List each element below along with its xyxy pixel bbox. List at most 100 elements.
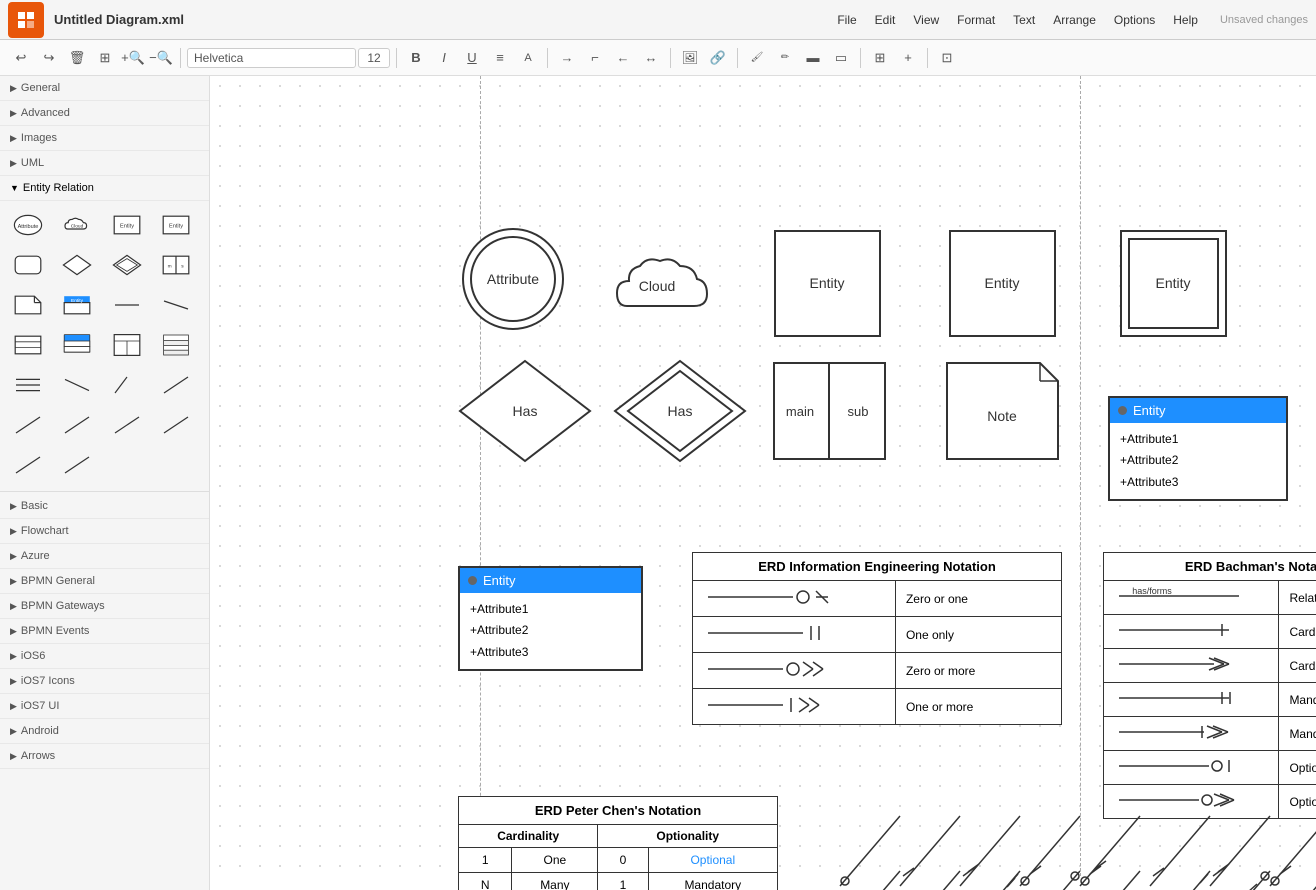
bachman-card-one: Cardinality (One) <box>1279 615 1316 649</box>
delete-button[interactable]: 🗑 <box>64 45 90 71</box>
sidebar-item-bpmn-general[interactable]: BPMN General <box>0 569 209 594</box>
menu-format[interactable]: Format <box>949 9 1003 31</box>
shape-line2[interactable] <box>57 367 97 403</box>
canvas-cloud[interactable]: Cloud <box>602 231 712 341</box>
italic-button[interactable]: I <box>431 45 457 71</box>
shape-diag1[interactable] <box>107 367 147 403</box>
shape-connector[interactable] <box>107 287 147 323</box>
sidebar-item-images[interactable]: Images <box>0 126 209 151</box>
shape-diag6[interactable] <box>156 407 196 443</box>
sidebar-item-uml[interactable]: UML <box>0 151 209 176</box>
arrow-right-button[interactable]: → <box>554 45 580 71</box>
shape-entity[interactable]: Entity <box>156 207 196 243</box>
zoom-out-button[interactable]: −🔍 <box>148 45 174 71</box>
link-button[interactable]: 🔗 <box>705 45 731 71</box>
sidebar-item-arrows[interactable]: Arrows <box>0 744 209 769</box>
erd-entity-2-attr1: +Attribute1 <box>470 599 631 621</box>
shape-diamond[interactable] <box>57 247 97 283</box>
menu-help[interactable]: Help <box>1165 9 1206 31</box>
menu-arrange[interactable]: Arrange <box>1045 9 1104 31</box>
shape-attribute[interactable]: Attribute <box>8 207 48 243</box>
sidebar-item-entity-relation[interactable]: Entity Relation <box>0 176 209 201</box>
svg-text:Cloud: Cloud <box>71 223 84 229</box>
menu-edit[interactable]: Edit <box>867 9 904 31</box>
shape-table2[interactable] <box>57 327 97 363</box>
menu-bar: File Edit View Format Text Arrange Optio… <box>829 9 1308 31</box>
shape-diag2[interactable] <box>156 367 196 403</box>
arrow-both-button[interactable]: ↔ <box>638 45 664 71</box>
canvas-erd-entity-2[interactable]: Entity +Attribute1 +Attribute2 +Attribut… <box>458 536 643 701</box>
sidebar-item-ios7-ui[interactable]: iOS7 UI <box>0 694 209 719</box>
sidebar-item-bpmn-gateways[interactable]: BPMN Gateways <box>0 594 209 619</box>
shape-diag8[interactable] <box>57 447 97 483</box>
fill-rect-button[interactable]: ▬ <box>800 45 826 71</box>
shape-table[interactable] <box>8 327 48 363</box>
sidebar-item-ios6[interactable]: iOS6 <box>0 644 209 669</box>
shape-diag5[interactable] <box>107 407 147 443</box>
shadow-button[interactable]: ▭ <box>828 45 854 71</box>
divider <box>0 491 209 492</box>
canvas-diamond-2[interactable]: Has <box>610 356 750 466</box>
fit-button[interactable]: ⊞ <box>92 45 118 71</box>
menu-view[interactable]: View <box>905 9 947 31</box>
shape-entity-rounded[interactable] <box>8 247 48 283</box>
align-button[interactable]: ≡ <box>487 45 513 71</box>
shape-erd-entity-header[interactable]: Entity <box>57 287 97 323</box>
canvas-erd-entity-1[interactable]: Entity +Attribute1 +Attribute2 +Attribut… <box>1108 366 1288 531</box>
shape-diag7[interactable] <box>8 447 48 483</box>
sidebar-item-general[interactable]: General <box>0 76 209 101</box>
shape-diamond-double[interactable] <box>107 247 147 283</box>
ie-zero-or-more: Zero or more <box>895 653 1061 689</box>
shape-diag3[interactable] <box>8 407 48 443</box>
menu-text[interactable]: Text <box>1005 9 1043 31</box>
canvas[interactable]: Attribute Cloud Entity <box>210 76 1316 890</box>
table-button[interactable]: ⊞ <box>867 45 893 71</box>
sidebar-item-basic[interactable]: Basic <box>0 494 209 519</box>
menu-file[interactable]: File <box>829 9 864 31</box>
canvas-entity-1[interactable]: Entity <box>770 226 885 341</box>
menu-options[interactable]: Options <box>1106 9 1163 31</box>
svg-text:Entity: Entity <box>120 223 134 229</box>
canvas-split-entity[interactable]: main sub <box>772 361 887 461</box>
toolbar-separator-1 <box>180 48 181 68</box>
format-panel-button[interactable]: ⊡ <box>934 45 960 71</box>
sidebar-item-flowchart[interactable]: Flowchart <box>0 519 209 544</box>
canvas-attribute[interactable]: Attribute <box>458 224 568 334</box>
line-color-button[interactable]: ✏ <box>772 45 798 71</box>
add-button[interactable]: + <box>895 45 921 71</box>
erd-ie-table: ERD Information Engineering Notation <box>692 552 1062 725</box>
svg-text:Has: Has <box>668 403 693 419</box>
shape-line1[interactable] <box>8 367 48 403</box>
shape-list[interactable] <box>156 327 196 363</box>
shape-note[interactable] <box>8 287 48 323</box>
font-size-input[interactable] <box>358 48 390 68</box>
undo-button[interactable]: ↩ <box>8 45 34 71</box>
sidebar-item-azure[interactable]: Azure <box>0 544 209 569</box>
arrow-left-button[interactable]: ← <box>610 45 636 71</box>
canvas-diamond-1[interactable]: Has <box>455 356 595 466</box>
shape-table3[interactable] <box>107 327 147 363</box>
erd-entity-1-attr1: +Attribute1 <box>1120 429 1276 451</box>
sidebar-item-advanced[interactable]: Advanced <box>0 101 209 126</box>
image-button[interactable]: 🖼 <box>677 45 703 71</box>
canvas-entity-3[interactable]: Entity <box>1116 226 1231 341</box>
sidebar-item-bpmn-events[interactable]: BPMN Events <box>0 619 209 644</box>
redo-button[interactable]: ↪ <box>36 45 62 71</box>
font-color-button[interactable]: A <box>515 45 541 71</box>
bold-button[interactable]: B <box>403 45 429 71</box>
sidebar-item-android[interactable]: Android <box>0 719 209 744</box>
arrow-icon <box>10 551 17 562</box>
fill-color-button[interactable]: 🖌 <box>744 45 770 71</box>
sidebar-item-ios7-icons[interactable]: iOS7 Icons <box>0 669 209 694</box>
shape-split-entity[interactable]: ms <box>156 247 196 283</box>
font-selector[interactable] <box>187 48 356 68</box>
shape-connector2[interactable] <box>156 287 196 323</box>
shape-cloud[interactable]: Cloud <box>57 207 97 243</box>
underline-button[interactable]: U <box>459 45 485 71</box>
elbow-button[interactable]: ⌐ <box>582 45 608 71</box>
canvas-note[interactable]: Note <box>945 361 1060 461</box>
canvas-entity-2[interactable]: Entity <box>945 226 1060 341</box>
shape-entity-plain[interactable]: Entity <box>107 207 147 243</box>
shape-diag4[interactable] <box>57 407 97 443</box>
zoom-in-button[interactable]: +🔍 <box>120 45 146 71</box>
